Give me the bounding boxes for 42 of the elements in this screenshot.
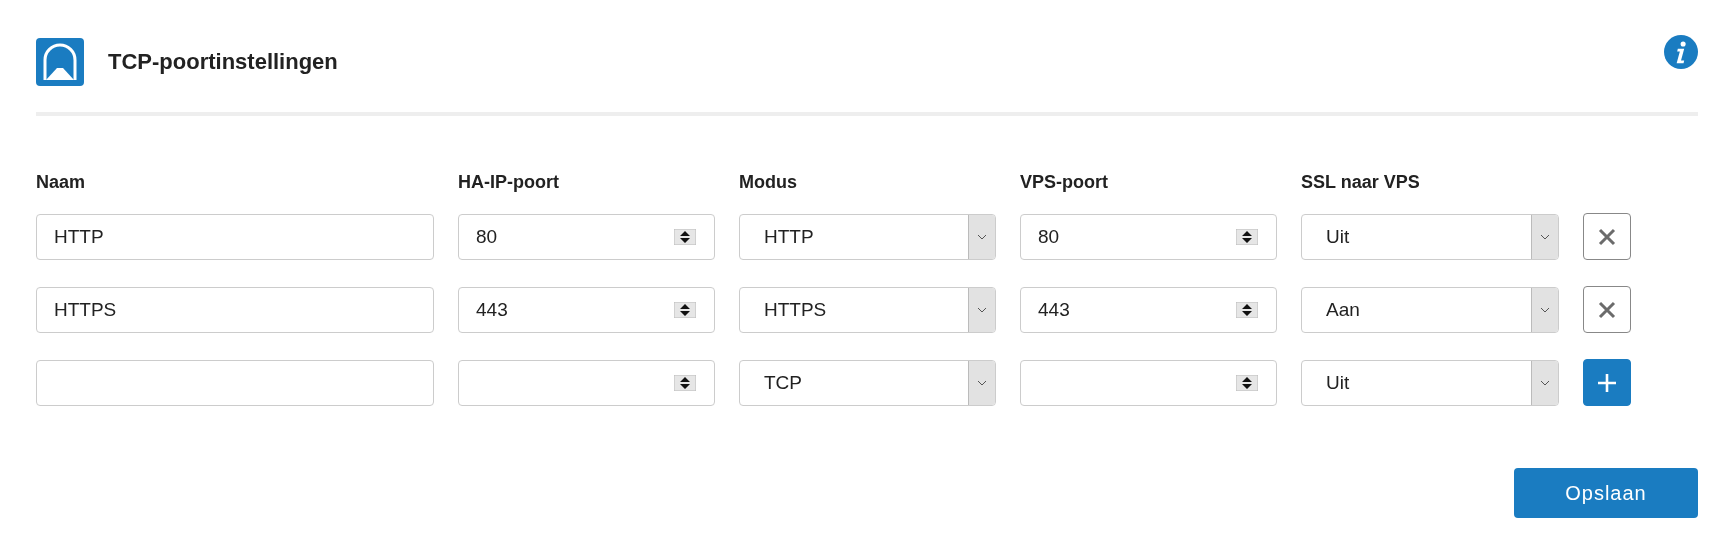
spinner-icon[interactable]	[1236, 301, 1258, 318]
spinner-icon[interactable]	[1236, 374, 1258, 391]
column-header: VPS-poort	[1020, 172, 1109, 193]
close-icon	[1597, 226, 1617, 247]
chevron-down-icon	[977, 306, 987, 313]
mode-select[interactable]: HTTPS	[739, 286, 996, 333]
mode-select[interactable]: HTTP	[739, 213, 996, 260]
ssl-select[interactable]: Uit	[1301, 213, 1559, 260]
spinner-icon[interactable]	[674, 301, 696, 318]
page-title: TCP-poortinstellingen	[108, 49, 339, 75]
number-field[interactable]: 443	[1020, 286, 1277, 333]
delete-button[interactable]	[1583, 286, 1631, 333]
app-logo-icon	[36, 38, 84, 86]
chevron-down-icon	[1540, 233, 1550, 240]
add-button[interactable]	[1583, 359, 1631, 406]
spinner-icon[interactable]	[674, 374, 696, 391]
chevron-down-icon	[977, 379, 987, 386]
column-header: Modus	[739, 172, 798, 193]
delete-button[interactable]	[1583, 213, 1631, 260]
info-icon[interactable]	[1664, 35, 1698, 69]
mode-select[interactable]: TCP	[739, 359, 996, 406]
spinner-icon[interactable]	[1236, 228, 1258, 245]
name-field[interactable]	[36, 359, 434, 406]
chevron-down-icon	[1540, 379, 1550, 386]
number-field[interactable]	[458, 359, 715, 406]
close-icon	[1597, 299, 1617, 320]
column-header: Naam	[36, 172, 87, 193]
spinner-icon[interactable]	[674, 228, 696, 245]
ssl-select[interactable]: Uit	[1301, 359, 1559, 406]
number-field[interactable]: 80	[1020, 213, 1277, 260]
name-field[interactable]: HTTP	[36, 213, 434, 260]
save-button[interactable]: Opslaan	[1514, 468, 1698, 518]
ssl-select[interactable]: Aan	[1301, 286, 1559, 333]
plus-icon	[1597, 372, 1617, 393]
name-field[interactable]: HTTPS	[36, 286, 434, 333]
column-header: SSL naar VPS	[1301, 172, 1421, 193]
chevron-down-icon	[1540, 306, 1550, 313]
column-header: HA-IP-poort	[458, 172, 560, 193]
number-field[interactable]: 443	[458, 286, 715, 333]
number-field[interactable]	[1020, 359, 1277, 406]
number-field[interactable]: 80	[458, 213, 715, 260]
chevron-down-icon	[977, 233, 987, 240]
